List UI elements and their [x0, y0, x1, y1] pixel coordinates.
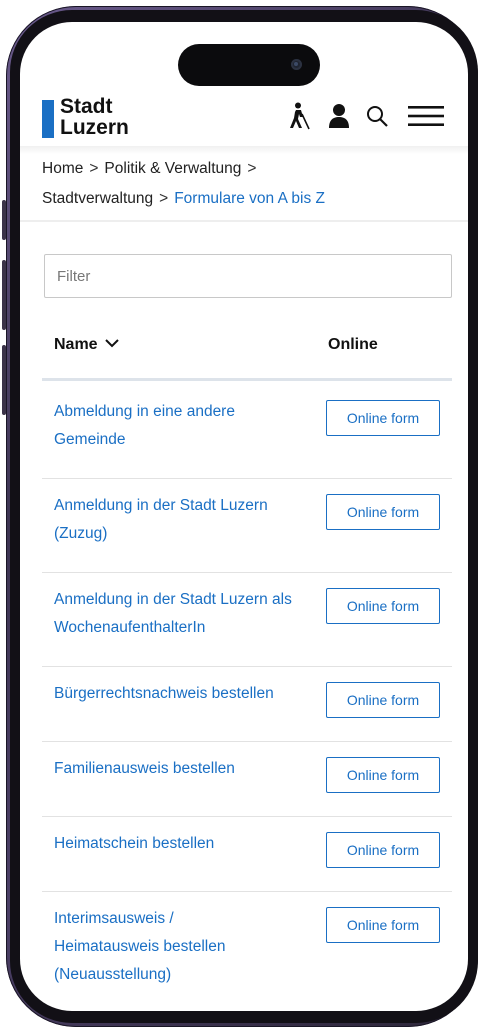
table-row: Anmeldung in der Stadt Luzern als Wochen… [42, 572, 452, 667]
phone-screen: Stadt Luzern Home > Politik & Verwaltung… [20, 22, 468, 1011]
menu-icon[interactable] [402, 100, 450, 132]
table-row: Anmeldung in der Stadt Luzern (Zuzug) On… [42, 478, 452, 573]
breadcrumb-item-stadtverwaltung[interactable]: Stadtverwaltung [42, 190, 153, 207]
breadcrumb: Home > Politik & Verwaltung > Stadtverwaltu… [42, 154, 452, 214]
online-form-button[interactable]: Online form [326, 832, 440, 868]
divider [20, 220, 468, 222]
breadcrumb-separator: > [247, 160, 257, 177]
logo-line-1: Stadt [60, 95, 113, 118]
form-link[interactable]: Heimatschein bestellen [54, 830, 304, 858]
table-row: Familienausweis bestellen Online form [42, 741, 452, 817]
table-row: Bürgerrechtsnachweis bestellen Online fo… [42, 666, 452, 742]
online-form-button[interactable]: Online form [326, 682, 440, 718]
online-form-button[interactable]: Online form [326, 588, 440, 624]
online-form-button[interactable]: Online form [326, 400, 440, 436]
phone-side-button [2, 345, 6, 415]
accessibility-icon[interactable] [284, 100, 314, 132]
breadcrumb-current[interactable]: Formulare von A bis Z [174, 190, 325, 207]
breadcrumb-item-politik[interactable]: Politik & Verwaltung [104, 160, 241, 177]
phone-side-button [2, 260, 6, 330]
column-header-name-label: Name [54, 336, 98, 353]
table-header-divider [42, 378, 452, 381]
table-row: Interimsausweis / Heimatausweis bestelle… [42, 891, 452, 1011]
column-header-name[interactable]: Name [54, 336, 120, 354]
breadcrumb-separator: > [159, 190, 169, 207]
logo-text: Stadt Luzern [60, 96, 129, 138]
logo-line-2: Luzern [60, 116, 129, 139]
form-link[interactable]: Interimsausweis / Heimatausweis bestelle… [54, 905, 274, 989]
dynamic-island [178, 44, 320, 86]
table-row: Abmeldung in eine andere Gemeinde Online… [42, 384, 452, 479]
filter-input[interactable] [44, 254, 452, 298]
site-header: Stadt Luzern [20, 88, 468, 146]
breadcrumb-item-home[interactable]: Home [42, 160, 83, 177]
online-form-button[interactable]: Online form [326, 907, 440, 943]
form-link[interactable]: Abmeldung in eine andere Gemeinde [54, 398, 304, 454]
camera-icon [291, 59, 302, 70]
form-link[interactable]: Anmeldung in der Stadt Luzern als Wochen… [54, 586, 304, 642]
online-form-button[interactable]: Online form [326, 757, 440, 793]
breadcrumb-separator: > [89, 160, 99, 177]
phone-side-button [2, 200, 6, 240]
chevron-down-icon [104, 336, 120, 354]
search-icon[interactable] [362, 100, 392, 132]
logo-mark [42, 100, 54, 138]
online-form-button[interactable]: Online form [326, 494, 440, 530]
table-row: Heimatschein bestellen Online form [42, 816, 452, 892]
form-link[interactable]: Bürgerrechtsnachweis bestellen [54, 680, 324, 708]
user-icon[interactable] [324, 100, 354, 132]
column-header-online: Online [328, 336, 378, 353]
form-link[interactable]: Familienausweis bestellen [54, 755, 304, 783]
form-link[interactable]: Anmeldung in der Stadt Luzern (Zuzug) [54, 492, 304, 548]
header-shadow [20, 146, 468, 154]
